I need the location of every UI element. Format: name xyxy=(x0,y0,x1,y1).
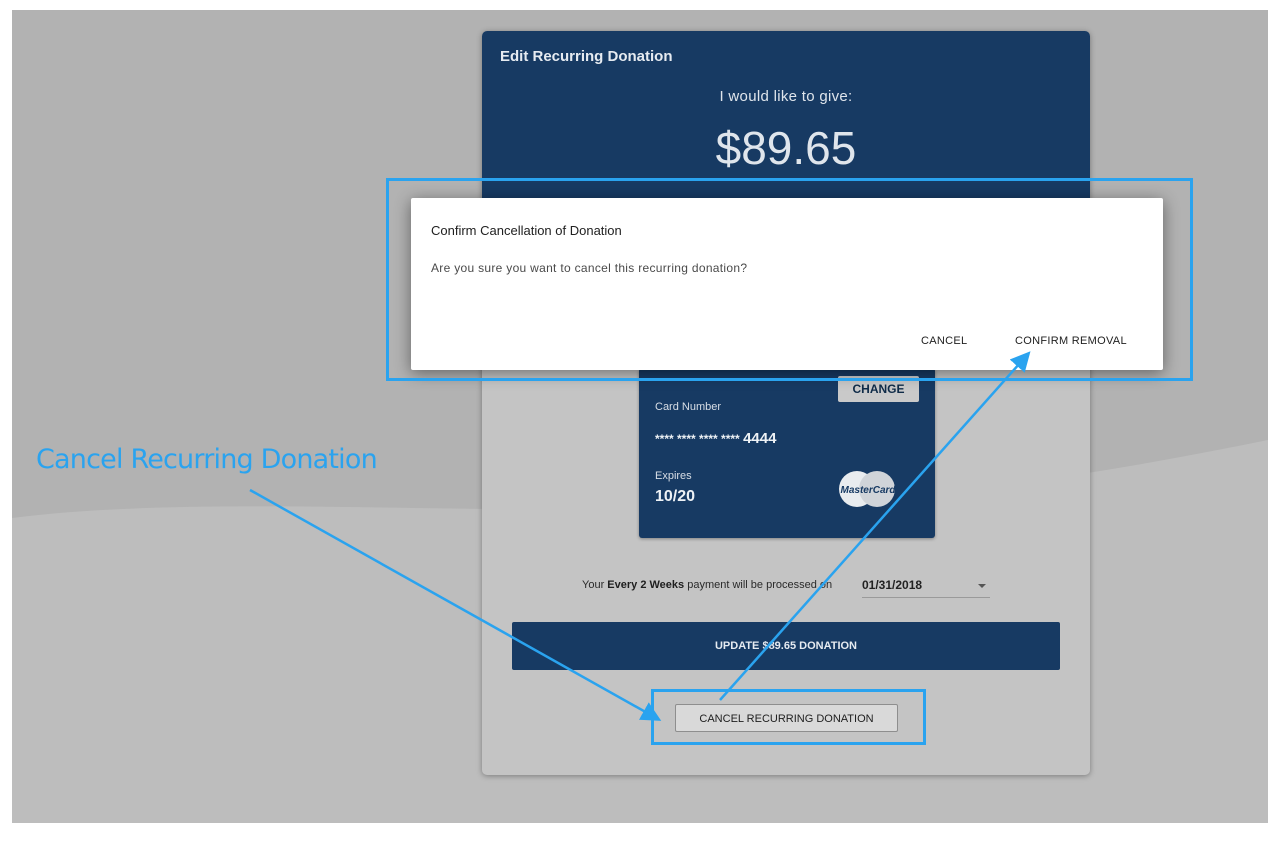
payment-date: 01/31/2018 xyxy=(862,578,923,592)
card-last4: 4444 xyxy=(743,430,777,447)
schedule-suffix: payment will be processed on xyxy=(687,579,833,591)
annotation-label: Cancel Recurring Donation xyxy=(36,444,378,475)
card-title: Edit Recurring Donation xyxy=(500,48,673,65)
card-masked-digits: **** **** **** **** xyxy=(655,432,740,446)
card-expiry: 10/20 xyxy=(655,488,696,505)
annotation-button-highlight xyxy=(651,689,926,745)
payment-date-select[interactable]: 01/31/2018 xyxy=(862,575,990,598)
screenshot: Edit Recurring Donation I would like to … xyxy=(12,10,1268,823)
annotation-dialog-highlight xyxy=(386,178,1193,381)
update-donation-button[interactable]: UPDATE $89.65 DONATION xyxy=(512,622,1060,670)
card-number: **** **** **** **** 4444 xyxy=(655,430,776,447)
give-label: I would like to give: xyxy=(719,88,853,105)
mastercard-logo-icon: MasterCard xyxy=(839,471,896,507)
expires-label: Expires xyxy=(655,470,692,482)
schedule-frequency: Every 2 Weeks xyxy=(607,579,685,591)
edit-donation-card: Edit Recurring Donation I would like to … xyxy=(482,31,1090,775)
card-number-label: Card Number xyxy=(655,401,722,413)
schedule-prefix: Your xyxy=(582,579,605,591)
schedule-text: Your Every 2 Weeks payment will be proce… xyxy=(582,579,832,591)
mastercard-logo-text: MasterCard xyxy=(840,485,896,496)
donation-amount[interactable]: $89.65 xyxy=(482,121,1090,175)
caret-down-icon xyxy=(978,584,986,588)
